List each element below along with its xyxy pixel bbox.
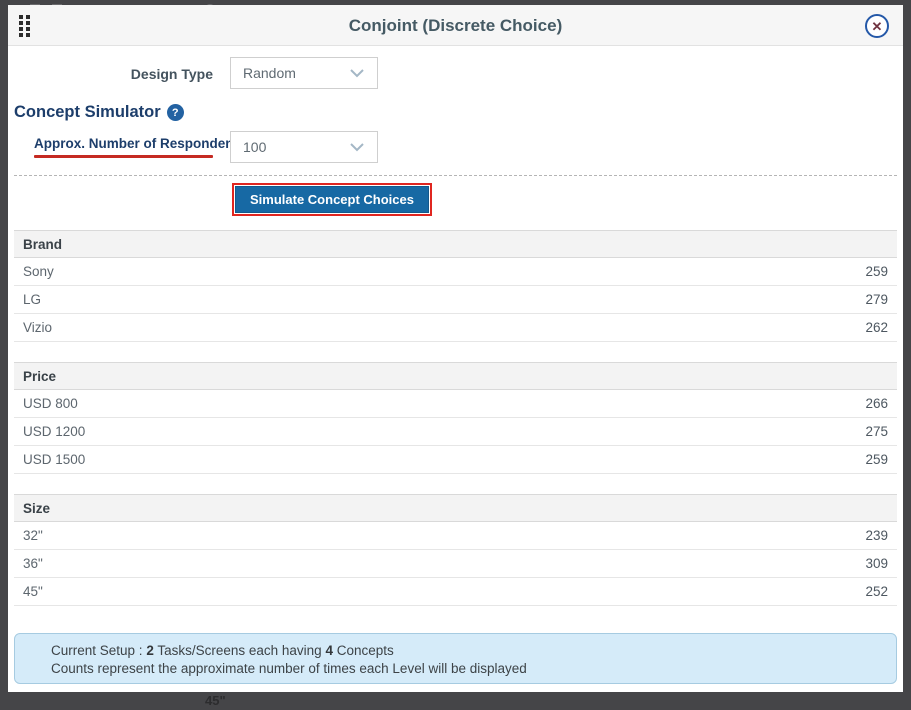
info-line-1: Current Setup : 2 Tasks/Screens each hav… [51, 642, 886, 660]
level-label: USD 1200 [23, 418, 85, 445]
respondents-value: 100 [243, 139, 266, 155]
respondents-select[interactable]: 100 [230, 131, 378, 163]
red-outline-annotation: Simulate Concept Choices [232, 183, 432, 216]
level-label: Vizio [23, 314, 52, 341]
screen: { "modal": { "title": "Conjoint (Discret… [0, 0, 911, 710]
brand-table: Brand Sony 259 LG 279 Vizio 262 [14, 230, 897, 342]
simulate-concept-choices-button[interactable]: Simulate Concept Choices [235, 186, 429, 213]
background-partial-text: 45" [205, 693, 226, 710]
price-table: Price USD 800 266 USD 1200 275 USD 1500 … [14, 362, 897, 474]
size-table: Size 32" 239 36" 309 45" 252 [14, 494, 897, 606]
modal-header: Conjoint (Discrete Choice) ✕ [8, 5, 903, 46]
table-row: Vizio 262 [14, 314, 897, 342]
concept-simulator-title: Concept Simulator [14, 103, 161, 122]
level-count: 309 [865, 550, 888, 577]
table-header: Size [14, 494, 897, 522]
modal-title: Conjoint (Discrete Choice) [8, 5, 903, 46]
table-row: USD 1500 259 [14, 446, 897, 474]
table-row: Sony 259 [14, 258, 897, 286]
conjoint-modal: Conjoint (Discrete Choice) ✕ Design Type… [8, 5, 903, 692]
level-count: 259 [865, 258, 888, 285]
concept-simulator-heading: Concept Simulator ? [14, 103, 184, 122]
level-count: 275 [865, 418, 888, 445]
dashed-separator [14, 175, 897, 176]
current-setup-info-box: Current Setup : 2 Tasks/Screens each hav… [14, 633, 897, 684]
level-label: Sony [23, 258, 54, 285]
chevron-down-icon [349, 142, 365, 152]
respondents-label: Approx. Number of Respondents: [34, 136, 250, 151]
chevron-down-icon [349, 68, 365, 78]
close-x-glyph: ✕ [872, 20, 883, 33]
level-label: 45" [23, 578, 43, 605]
level-label: 36" [23, 550, 43, 577]
table-row: 32" 239 [14, 522, 897, 550]
table-header: Brand [14, 230, 897, 258]
table-row: 36" 309 [14, 550, 897, 578]
level-count: 259 [865, 446, 888, 473]
level-count: 252 [865, 578, 888, 605]
info-line-2: Counts represent the approximate number … [51, 660, 886, 678]
table-row: 45" 252 [14, 578, 897, 606]
level-count: 262 [865, 314, 888, 341]
level-label: 32" [23, 522, 43, 549]
level-count: 239 [865, 522, 888, 549]
close-icon[interactable]: ✕ [865, 14, 889, 38]
table-row: LG 279 [14, 286, 897, 314]
question-mark-glyph: ? [172, 107, 179, 119]
level-label: LG [23, 286, 41, 313]
level-label: USD 800 [23, 390, 78, 417]
design-type-value: Random [243, 65, 296, 81]
design-type-label: Design Type [8, 66, 213, 82]
level-label: USD 1500 [23, 446, 85, 473]
table-row: USD 800 266 [14, 390, 897, 418]
red-underline-annotation [34, 155, 213, 158]
level-count: 279 [865, 286, 888, 313]
design-type-select[interactable]: Random [230, 57, 378, 89]
level-count: 266 [865, 390, 888, 417]
table-header: Price [14, 362, 897, 390]
help-icon[interactable]: ? [167, 104, 184, 121]
table-row: USD 1200 275 [14, 418, 897, 446]
